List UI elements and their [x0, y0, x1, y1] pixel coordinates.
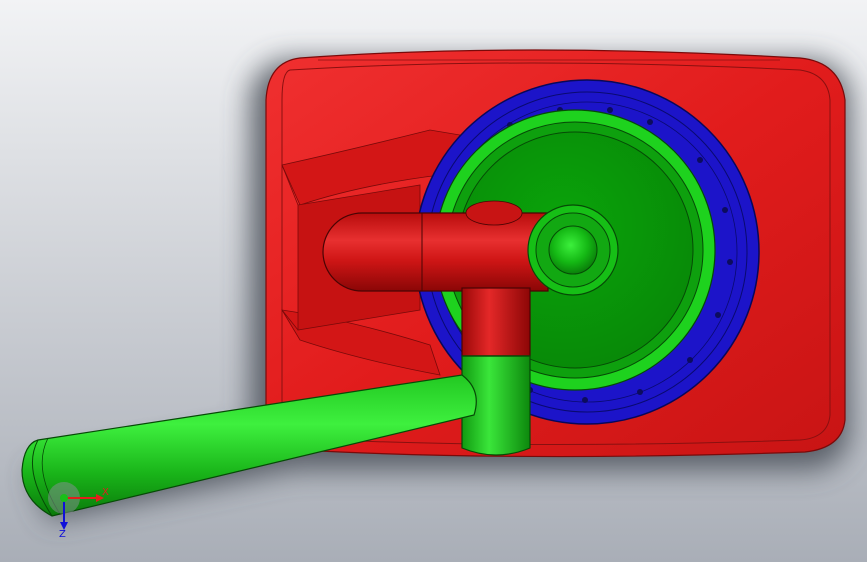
triad-x-label: X	[102, 487, 109, 498]
graphics-viewport[interactable]: X Z	[0, 0, 867, 562]
crank-arm-vertical[interactable]	[461, 287, 531, 357]
triad-y-axis	[60, 494, 68, 502]
model-canvas[interactable]	[0, 0, 867, 562]
crank-pivot-knob[interactable]	[527, 204, 619, 296]
triad-z-label: Z	[59, 529, 66, 540]
crank-arm-horizontal[interactable]	[322, 200, 549, 292]
